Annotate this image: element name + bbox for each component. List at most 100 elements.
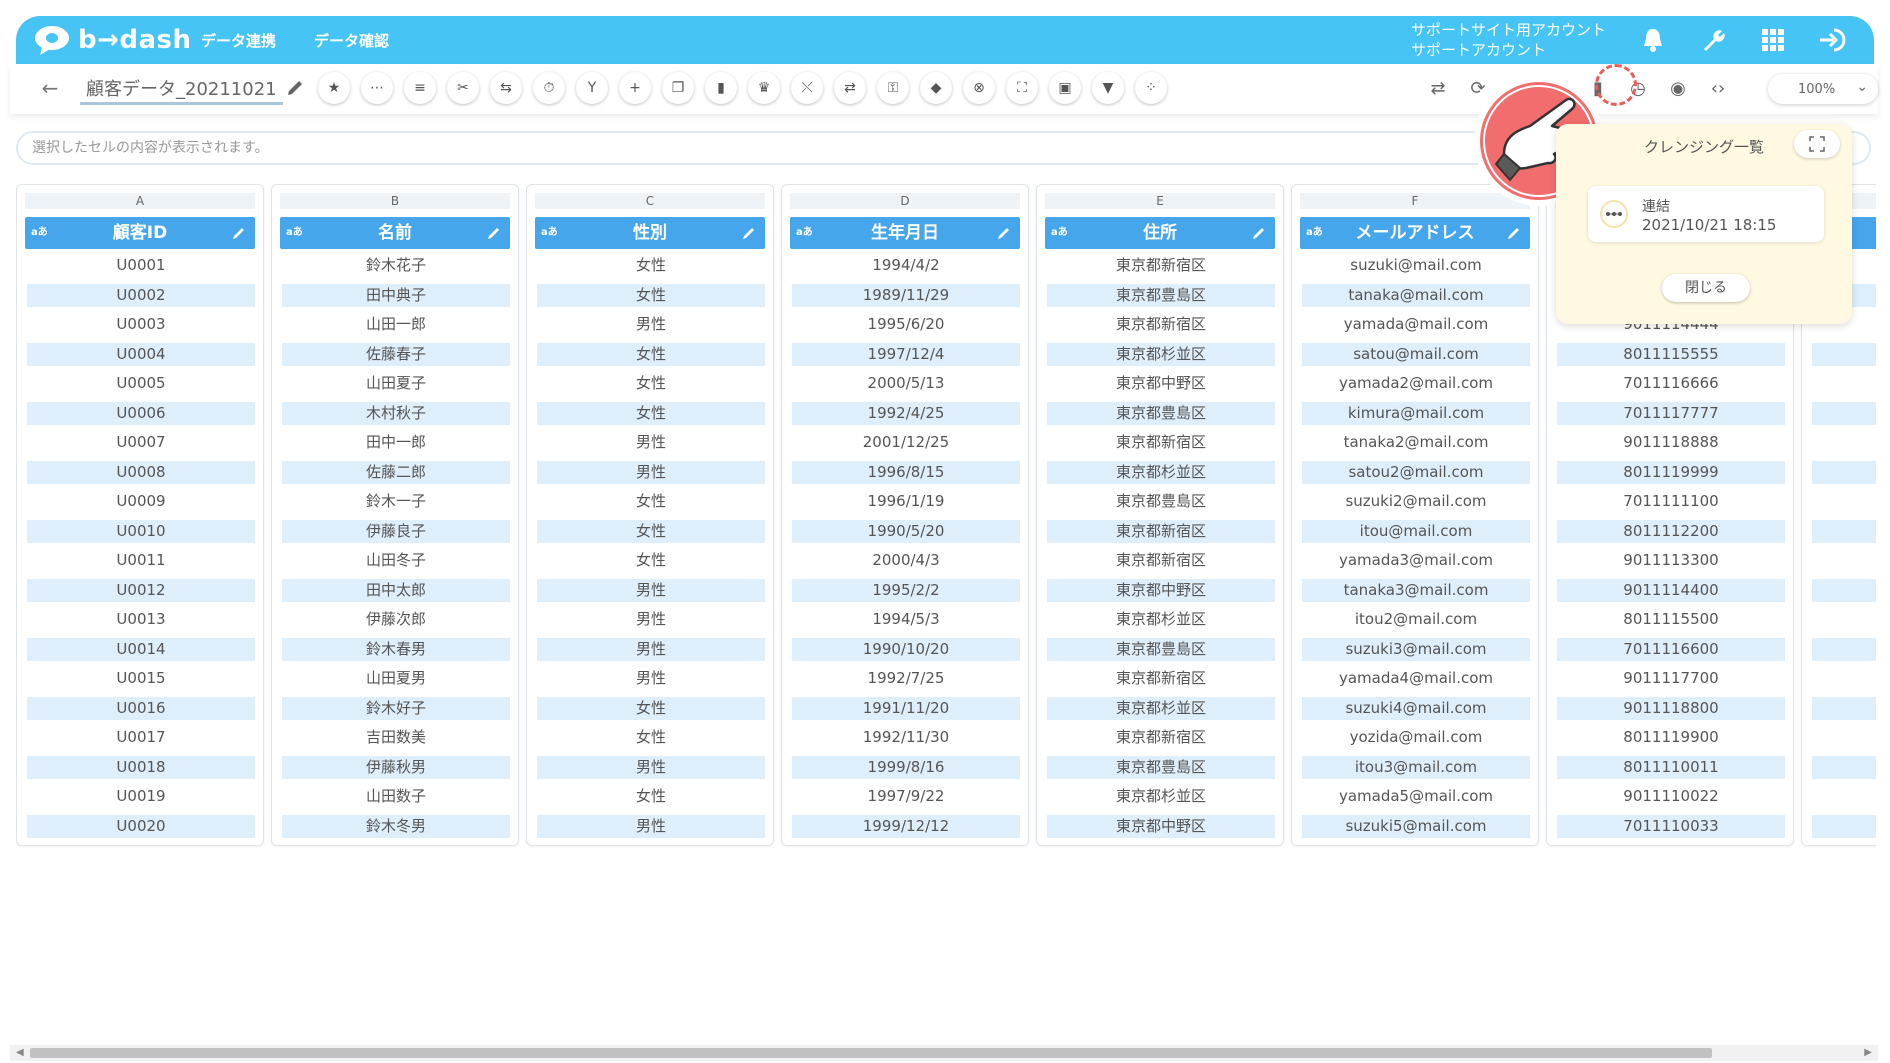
table-cell[interactable] <box>1812 755 1876 779</box>
table-cell[interactable] <box>1812 696 1876 720</box>
table-cell[interactable]: U0003 <box>27 313 255 336</box>
table-cell[interactable]: 東京都杉並区 <box>1047 608 1275 631</box>
table-cell[interactable]: 男性 <box>537 578 765 602</box>
table-cell[interactable]: 1990/5/20 <box>792 519 1020 543</box>
close-button[interactable]: 閉じる <box>1662 274 1750 302</box>
table-cell[interactable]: 山田夏子 <box>282 372 510 395</box>
column-header[interactable]: aあ 顧客ID <box>25 217 255 249</box>
trash-icon[interactable]: ▮ <box>705 72 737 104</box>
table-cell[interactable]: U0018 <box>27 755 255 779</box>
table-cell[interactable]: 1999/12/12 <box>792 814 1020 838</box>
column-letter[interactable]: D <box>790 193 1020 209</box>
table-cell[interactable]: 1995/6/20 <box>792 313 1020 336</box>
zoom-select[interactable]: 100% ⌄ <box>1768 74 1878 104</box>
table-cell[interactable]: 東京都中野区 <box>1047 372 1275 395</box>
table-cell[interactable]: 1992/7/25 <box>792 667 1020 690</box>
table-cell[interactable]: U0008 <box>27 460 255 484</box>
table-cell[interactable]: 東京都豊島区 <box>1047 401 1275 425</box>
table-cell[interactable]: U0011 <box>27 549 255 572</box>
table-cell[interactable]: 7011116600 <box>1557 637 1785 661</box>
table-cell[interactable]: 女性 <box>537 342 765 366</box>
table-cell[interactable]: 2000/5/13 <box>792 372 1020 395</box>
table-cell[interactable]: 吉田数美 <box>282 726 510 749</box>
table-cell[interactable]: 東京都豊島区 <box>1047 490 1275 513</box>
edit-pen-icon[interactable] <box>231 225 247 241</box>
split-icon[interactable]: ⇆ <box>490 72 522 104</box>
table-cell[interactable] <box>1812 490 1876 513</box>
table-cell[interactable]: 女性 <box>537 549 765 572</box>
table-cell[interactable]: satou@mail.com <box>1302 342 1530 366</box>
preview-icon[interactable]: ◉ <box>1663 73 1693 103</box>
table-cell[interactable]: U0015 <box>27 667 255 690</box>
table-cell[interactable]: 伊藤次郎 <box>282 608 510 631</box>
edit-pen-icon[interactable] <box>1251 225 1267 241</box>
table-cell[interactable]: 女性 <box>537 696 765 720</box>
table-cell[interactable]: 田中典子 <box>282 283 510 307</box>
back-arrow-icon[interactable]: ← <box>38 76 62 100</box>
table-cell[interactable]: itou3@mail.com <box>1302 755 1530 779</box>
file-name[interactable]: 顧客データ_20211021 <box>80 75 283 105</box>
table-cell[interactable]: 8011110011 <box>1557 755 1785 779</box>
table-cell[interactable]: U0013 <box>27 608 255 631</box>
table-cell[interactable]: U0002 <box>27 283 255 307</box>
column-header[interactable]: aあ 住所 <box>1045 217 1275 249</box>
table-cell[interactable]: 山田数子 <box>282 785 510 808</box>
expand-icon[interactable] <box>1794 130 1840 158</box>
table-cell[interactable]: 東京都豊島区 <box>1047 283 1275 307</box>
table-cell[interactable] <box>1812 519 1876 543</box>
table-cell[interactable]: 8011112200 <box>1557 519 1785 543</box>
table-cell[interactable]: 木村秋子 <box>282 401 510 425</box>
column-letter[interactable]: E <box>1045 193 1275 209</box>
table-cell[interactable]: 女性 <box>537 490 765 513</box>
table-cell[interactable]: 9011117700 <box>1557 667 1785 690</box>
table-cell[interactable]: 男性 <box>537 313 765 336</box>
horizontal-scrollbar[interactable]: ◀ ▶ <box>10 1045 1878 1061</box>
logout-icon[interactable] <box>1816 23 1850 57</box>
table-cell[interactable]: 東京都新宿区 <box>1047 519 1275 543</box>
table-cell[interactable]: suzuki5@mail.com <box>1302 814 1530 838</box>
cancel-circle-icon[interactable]: ⊗ <box>963 72 995 104</box>
copy-icon[interactable]: ❐ <box>662 72 694 104</box>
table-cell[interactable]: suzuki@mail.com <box>1302 254 1530 277</box>
nav-data-link[interactable]: データ連携 <box>201 30 276 51</box>
table-cell[interactable]: 鈴木好子 <box>282 696 510 720</box>
table-cell[interactable]: U0001 <box>27 254 255 277</box>
text-list-icon[interactable]: ≡ <box>404 72 436 104</box>
table-cell[interactable] <box>1812 578 1876 602</box>
table-cell[interactable]: yamada5@mail.com <box>1302 785 1530 808</box>
table-cell[interactable]: 1994/4/2 <box>792 254 1020 277</box>
table-cell[interactable]: U0004 <box>27 342 255 366</box>
cleansing-item[interactable]: 連結 2021/10/21 18:15 <box>1588 186 1824 242</box>
column-header[interactable]: aあ メールアドレス <box>1300 217 1530 249</box>
table-cell[interactable]: yozida@mail.com <box>1302 726 1530 749</box>
table-cell[interactable]: 女性 <box>537 401 765 425</box>
column-header[interactable]: aあ 生年月日 <box>790 217 1020 249</box>
table-cell[interactable]: U0020 <box>27 814 255 838</box>
table-cell[interactable]: tanaka2@mail.com <box>1302 431 1530 454</box>
table-cell[interactable]: 東京都新宿区 <box>1047 254 1275 277</box>
column-header[interactable]: aあ 性別 <box>535 217 765 249</box>
table-cell[interactable]: 1995/2/2 <box>792 578 1020 602</box>
table-cell[interactable]: 鈴木一子 <box>282 490 510 513</box>
translate-icon[interactable]: ⛶ <box>1006 72 1038 104</box>
table-cell[interactable]: 1991/11/20 <box>792 696 1020 720</box>
table-cell[interactable]: yamada3@mail.com <box>1302 549 1530 572</box>
table-cell[interactable] <box>1812 726 1876 749</box>
table-cell[interactable]: 男性 <box>537 637 765 661</box>
table-cell[interactable]: 東京都杉並区 <box>1047 696 1275 720</box>
table-cell[interactable]: U0006 <box>27 401 255 425</box>
table-cell[interactable]: 1997/12/4 <box>792 342 1020 366</box>
table-cell[interactable]: 1996/1/19 <box>792 490 1020 513</box>
table-cell[interactable] <box>1812 785 1876 808</box>
edit-pen-icon[interactable] <box>741 225 757 241</box>
wrench-icon[interactable] <box>1696 23 1730 57</box>
table-cell[interactable]: 7011116666 <box>1557 372 1785 395</box>
table-cell[interactable]: 1989/11/29 <box>792 283 1020 307</box>
swap-icon[interactable]: ⇄ <box>1423 73 1453 103</box>
table-cell[interactable]: 女性 <box>537 254 765 277</box>
table-cell[interactable]: 8011115555 <box>1557 342 1785 366</box>
table-cell[interactable]: U0017 <box>27 726 255 749</box>
table-cell[interactable]: 佐藤春子 <box>282 342 510 366</box>
table-cell[interactable]: 東京都新宿区 <box>1047 431 1275 454</box>
app-logo[interactable]: b→dash <box>34 22 192 58</box>
